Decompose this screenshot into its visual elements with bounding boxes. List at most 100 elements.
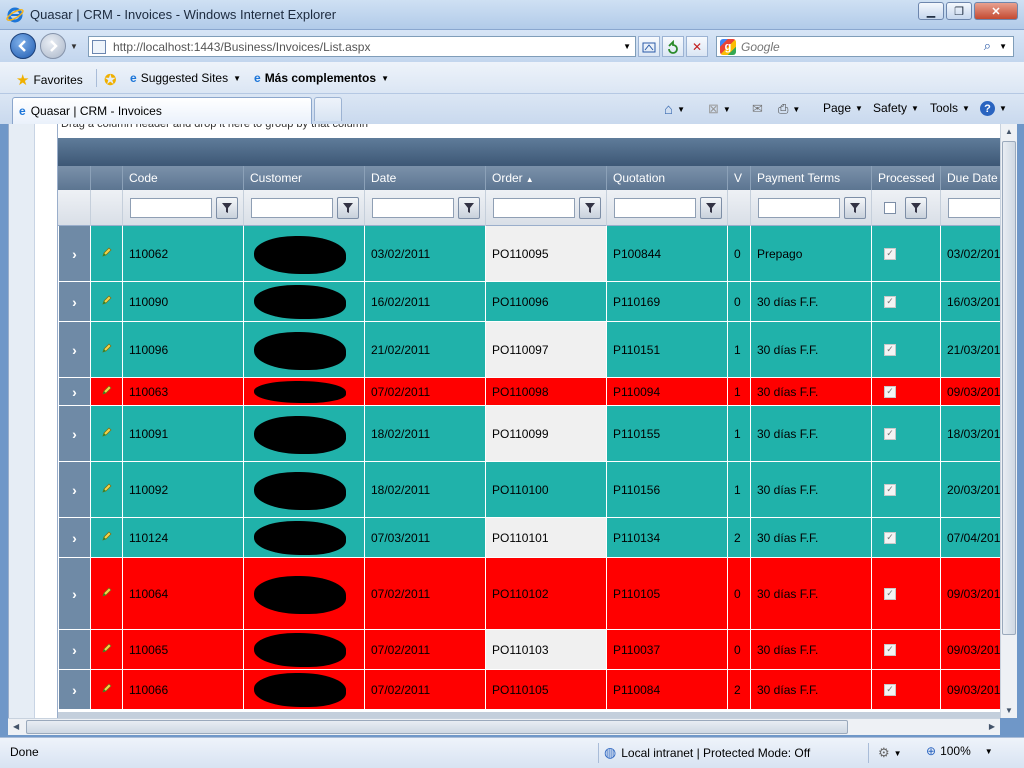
forward-button[interactable] xyxy=(40,33,66,59)
column-header-customer[interactable]: Customer xyxy=(243,166,364,190)
column-header-date[interactable]: Date xyxy=(364,166,485,190)
filter-input-payment-terms[interactable] xyxy=(758,198,840,218)
minimize-button[interactable]: ▁ xyxy=(918,2,944,20)
expand-cell[interactable]: › xyxy=(58,406,90,461)
due-date-cell: 09/03/2011 xyxy=(940,378,1000,405)
tools-menu-button[interactable]: Tools ▼ xyxy=(930,101,970,115)
filter-button-quotation[interactable] xyxy=(700,197,722,219)
refresh-button[interactable] xyxy=(662,36,684,57)
edit-cell[interactable] xyxy=(90,558,122,629)
table-row[interactable]: › 110066 07/02/2011 PO110105 P110084 2 30 días… xyxy=(58,670,1000,710)
url-dropdown-icon[interactable]: ▼ xyxy=(623,42,631,51)
edit-cell[interactable] xyxy=(90,322,122,377)
table-row[interactable]: › 110063 07/02/2011 PO110098 P110094 1 30 días… xyxy=(58,378,1000,406)
new-tab-button[interactable] xyxy=(314,97,342,121)
vertical-scrollbar[interactable]: ▲ ▼ xyxy=(1000,124,1017,718)
compatibility-view-button[interactable] xyxy=(638,36,660,57)
column-header-payment-terms[interactable]: Payment Terms xyxy=(750,166,871,190)
read-mail-button[interactable]: ✉ xyxy=(752,101,763,117)
filter-input-quotation[interactable] xyxy=(614,198,696,218)
horizontal-scrollbar[interactable]: ◀ ▶ xyxy=(8,718,1000,735)
column-header-processed[interactable]: Processed xyxy=(871,166,940,190)
help-icon: ? xyxy=(980,101,995,116)
filter-input-order[interactable] xyxy=(493,198,575,218)
security-zone[interactable]: ◍ Local intranet | Protected Mode: Off xyxy=(604,744,810,761)
recent-pages-dropdown[interactable]: ▼ xyxy=(70,42,78,51)
horizontal-scroll-thumb[interactable] xyxy=(26,720,848,734)
more-addons-button[interactable]: e Más complementos ▼ xyxy=(254,71,389,85)
vertical-scroll-thumb[interactable] xyxy=(1002,141,1016,635)
filter-checkbox-processed[interactable] xyxy=(884,202,896,214)
help-button[interactable]: ? ▼ xyxy=(980,101,1007,116)
table-row[interactable]: › 110065 07/02/2011 PO110103 P110037 0 30 días… xyxy=(58,630,1000,670)
filter-button-date[interactable] xyxy=(458,197,480,219)
expand-cell[interactable]: › xyxy=(58,378,90,405)
edit-cell[interactable] xyxy=(90,670,122,709)
filter-input-code[interactable] xyxy=(130,198,212,218)
scroll-left-icon[interactable]: ◀ xyxy=(13,722,19,731)
maximize-button[interactable]: ❐ xyxy=(946,2,972,20)
home-button[interactable]: ⌂ ▼ xyxy=(664,101,685,118)
processed-cell: ✓ xyxy=(871,630,940,669)
column-header-order[interactable]: Order ▲ xyxy=(485,166,606,190)
edit-cell[interactable] xyxy=(90,226,122,281)
table-row[interactable]: › 110090 16/02/2011 PO110096 P110169 0 30 días… xyxy=(58,282,1000,322)
search-options-icon[interactable]: ▼ xyxy=(999,42,1007,51)
filter-input-due-date[interactable] xyxy=(948,198,1000,218)
stop-button[interactable]: ✕ xyxy=(686,36,708,57)
filter-button-customer[interactable] xyxy=(337,197,359,219)
tab-invoices[interactable]: e Quasar | CRM - Invoices xyxy=(12,97,312,124)
filter-button-code[interactable] xyxy=(216,197,238,219)
zoom-control[interactable]: ⊕ 100% ▼ xyxy=(926,744,993,758)
column-header-v[interactable]: V xyxy=(727,166,750,190)
url-field[interactable]: http://localhost:1443/Business/Invoices/… xyxy=(88,36,636,57)
add-to-favorites-button[interactable]: ✪ xyxy=(104,71,121,89)
chevron-down-icon: ▼ xyxy=(984,746,993,756)
table-row[interactable]: › 110062 03/02/2011 PO110095 P100844 0 Prepago… xyxy=(58,226,1000,282)
feeds-button[interactable]: ⊠ ▼ xyxy=(708,101,731,117)
edit-cell[interactable] xyxy=(90,518,122,557)
table-row[interactable]: › 110091 18/02/2011 PO110099 P110155 1 30 días… xyxy=(58,406,1000,462)
back-button[interactable] xyxy=(10,33,36,59)
expand-cell[interactable]: › xyxy=(58,518,90,557)
expand-cell[interactable]: › xyxy=(58,630,90,669)
edit-cell[interactable] xyxy=(90,282,122,321)
page-menu-button[interactable]: Page ▼ xyxy=(823,101,863,115)
print-button[interactable]: ⎙ ▼ xyxy=(778,101,800,117)
edit-cell[interactable] xyxy=(90,378,122,405)
expand-cell[interactable]: › xyxy=(58,282,90,321)
expand-cell[interactable]: › xyxy=(58,558,90,629)
safety-menu-button[interactable]: Safety ▼ xyxy=(873,101,919,115)
expand-cell[interactable]: › xyxy=(58,462,90,517)
filter-cell-date xyxy=(364,190,485,226)
column-header-code[interactable]: Code xyxy=(122,166,243,190)
edit-cell[interactable] xyxy=(90,462,122,517)
expand-cell[interactable]: › xyxy=(58,670,90,709)
table-row[interactable]: › 110124 07/03/2011 PO110101 P110134 2 30 días… xyxy=(58,518,1000,558)
table-row[interactable]: › 110096 21/02/2011 PO110097 P110151 1 30 días… xyxy=(58,322,1000,378)
edit-cell[interactable] xyxy=(90,406,122,461)
column-header-due-date[interactable]: Due Date xyxy=(940,166,1000,190)
table-row[interactable]: › 110064 07/02/2011 PO110102 P110105 0 30 días… xyxy=(58,558,1000,630)
filter-input-customer[interactable] xyxy=(251,198,333,218)
column-header-quotation[interactable]: Quotation xyxy=(606,166,727,190)
protected-mode-button[interactable]: ⚙ ▼ xyxy=(878,745,902,761)
redacted-customer-name xyxy=(254,673,346,707)
expand-cell[interactable]: › xyxy=(58,322,90,377)
suggested-sites-button[interactable]: e Suggested Sites ▼ xyxy=(130,71,241,85)
filter-button-order[interactable] xyxy=(579,197,601,219)
filter-input-date[interactable] xyxy=(372,198,454,218)
scroll-down-icon[interactable]: ▼ xyxy=(1005,706,1013,715)
scroll-right-icon[interactable]: ▶ xyxy=(989,722,995,731)
search-box[interactable]: g ⌕ ▼ xyxy=(716,36,1014,57)
expand-cell[interactable]: › xyxy=(58,226,90,281)
search-input[interactable] xyxy=(741,40,971,54)
table-row[interactable]: › 110092 18/02/2011 PO110100 P110156 1 30 días… xyxy=(58,462,1000,518)
search-icon[interactable]: ⌕ xyxy=(984,38,991,54)
close-button[interactable]: ✕ xyxy=(974,2,1018,20)
filter-button-payment-terms[interactable] xyxy=(844,197,866,219)
favorites-button[interactable]: ★ Favorites xyxy=(16,71,83,89)
filter-button-processed[interactable] xyxy=(905,197,927,219)
scroll-up-icon[interactable]: ▲ xyxy=(1005,127,1013,136)
edit-cell[interactable] xyxy=(90,630,122,669)
